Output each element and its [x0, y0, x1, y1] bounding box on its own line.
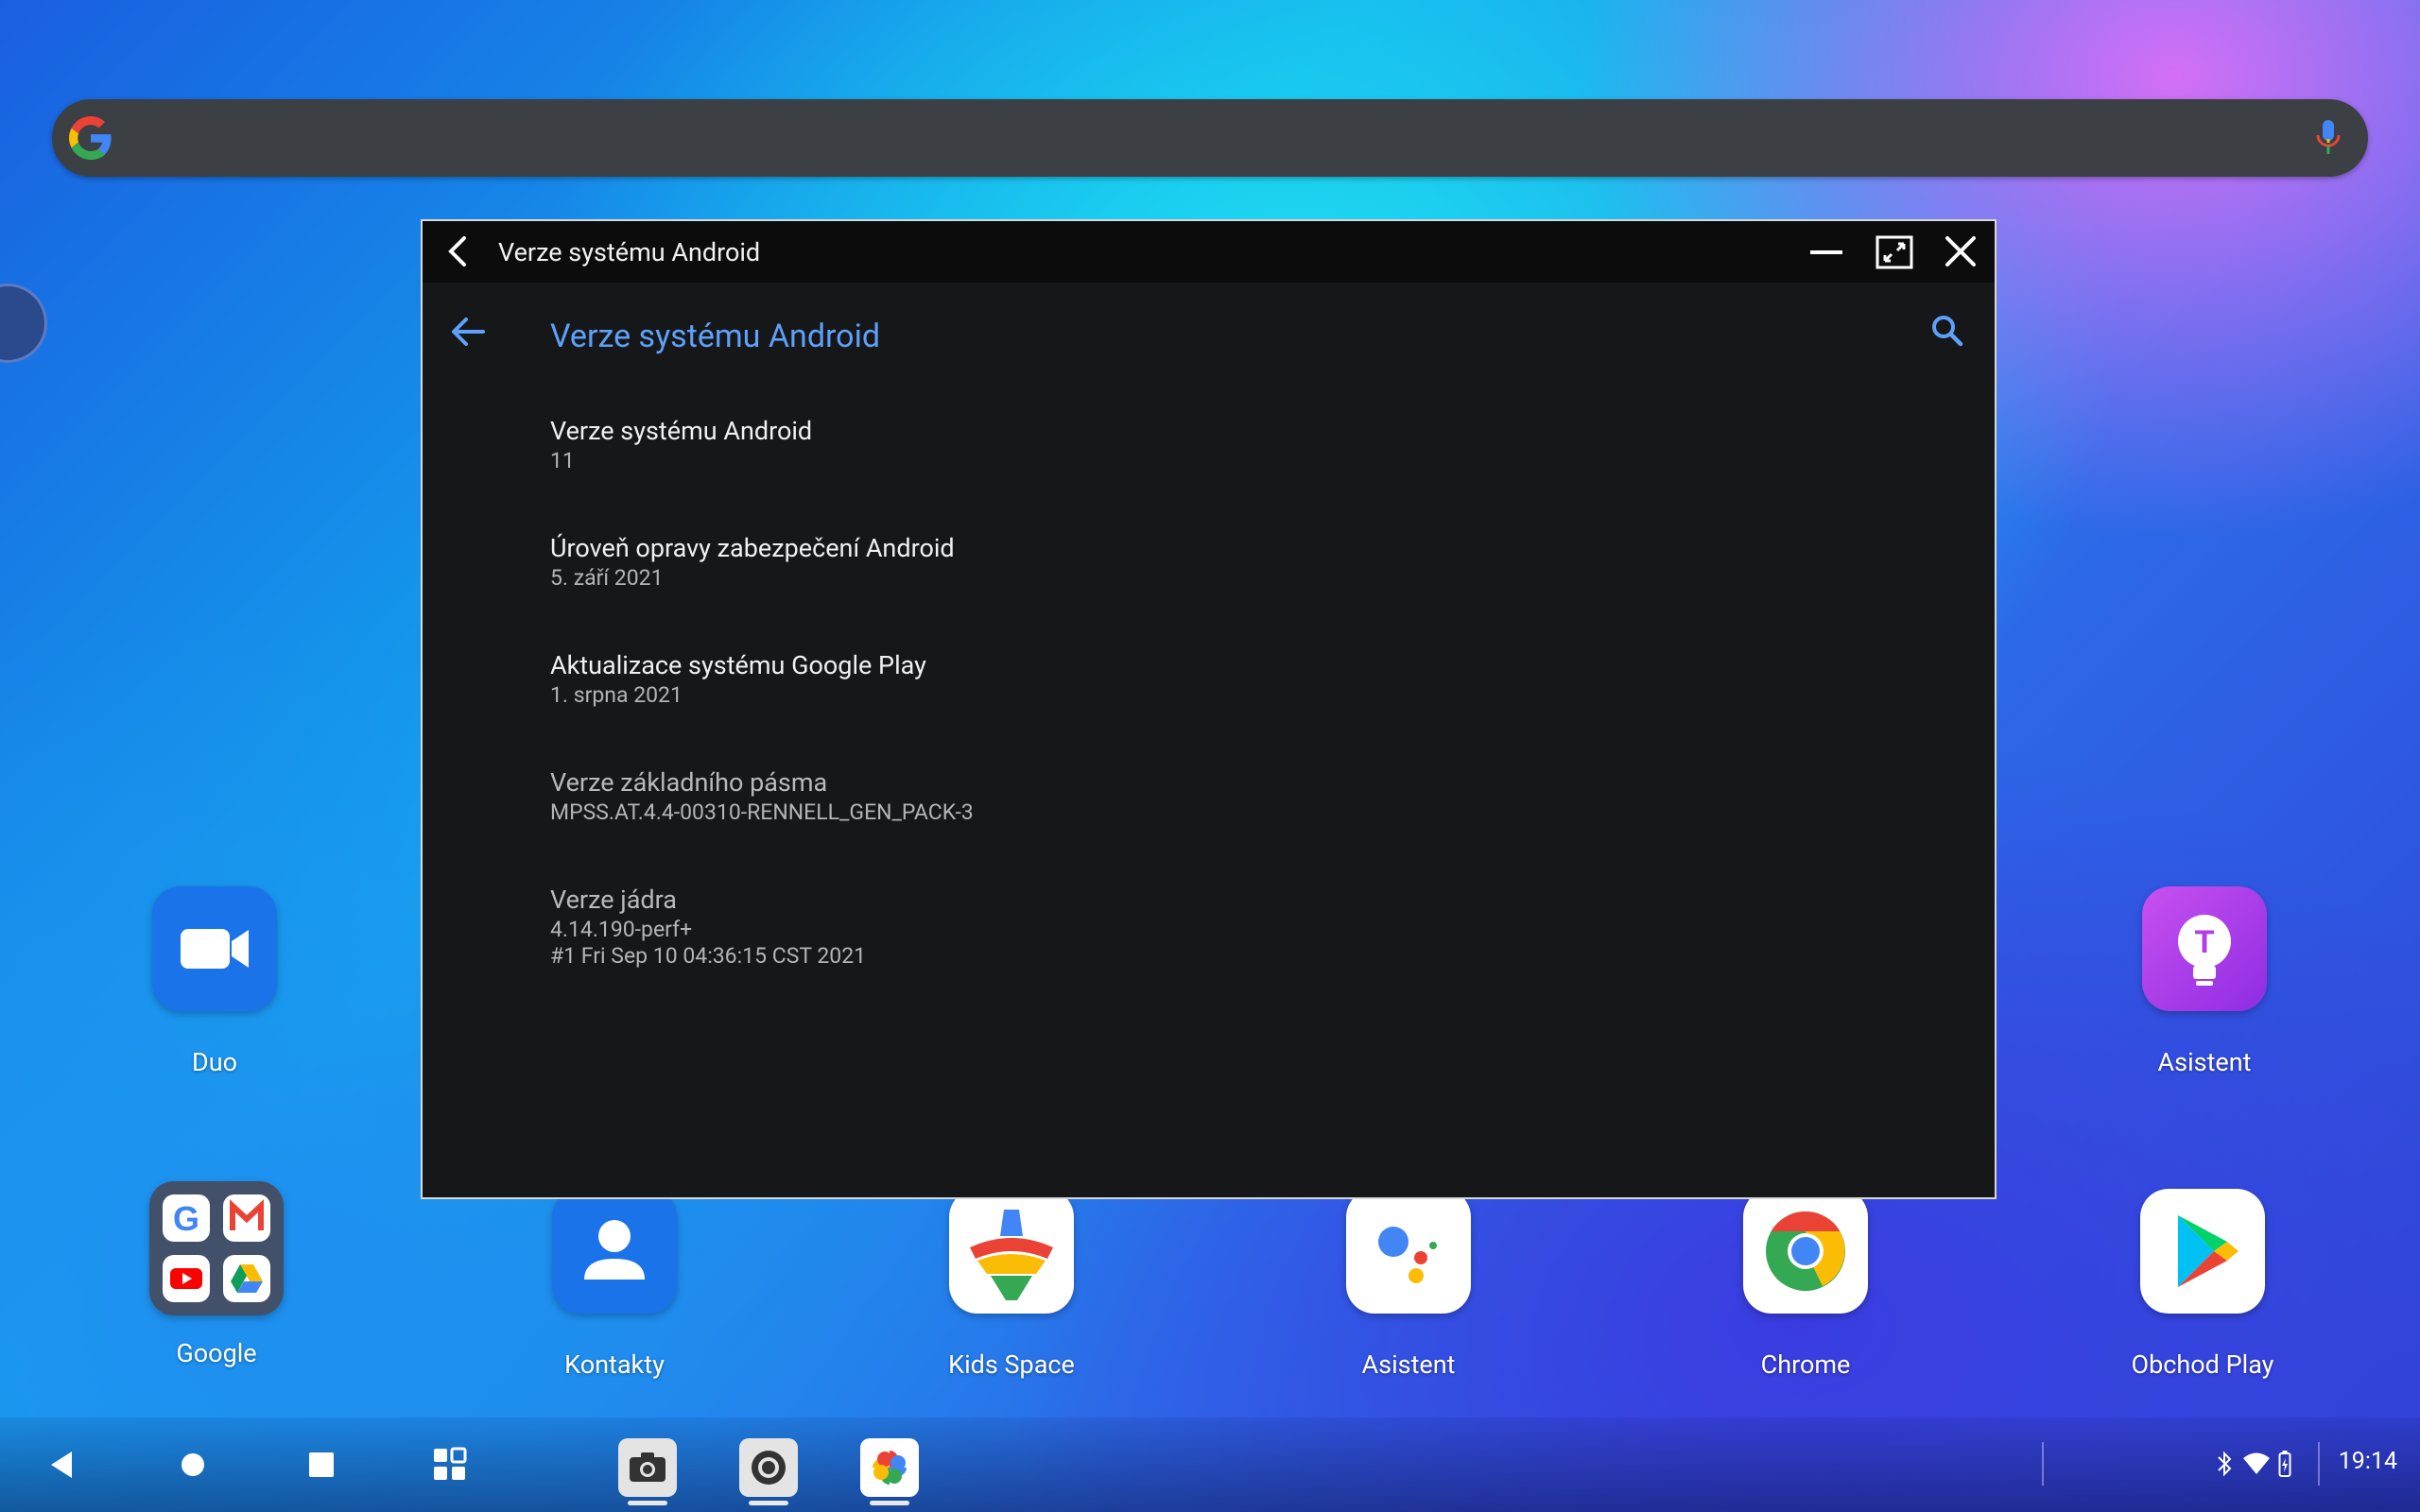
setting-value: MPSS.AT.4.4-00310-RENNELL_GEN_PACK-3	[550, 799, 974, 825]
app-label: Kids Space	[948, 1349, 1075, 1380]
assistant-icon	[1346, 1189, 1471, 1314]
settings-app-icon[interactable]	[739, 1438, 798, 1497]
setting-title: Verze základního pásma	[550, 767, 828, 798]
photos-app-icon[interactable]	[860, 1438, 919, 1497]
app-asistent[interactable]: Asistent	[1314, 1189, 1503, 1380]
recents-nav-icon[interactable]	[301, 1444, 342, 1486]
setting-value: 1. srpna 2021	[550, 682, 683, 708]
play-store-icon	[2140, 1189, 2265, 1314]
running-indicator	[870, 1501, 909, 1505]
setting-title: Aktualizace systému Google Play	[550, 650, 926, 680]
close-icon[interactable]	[1942, 234, 1979, 270]
taskbar-divider	[2318, 1442, 2320, 1486]
clock[interactable]: 19:14	[2339, 1448, 2397, 1475]
arrow-left-icon[interactable]	[447, 311, 489, 352]
setting-title: Verze jádra	[550, 885, 677, 915]
search-icon[interactable]	[1928, 312, 1966, 350]
svg-text:G: G	[173, 1199, 199, 1238]
setting-value: #1 Fri Sep 10 04:36:15 CST 2021	[550, 943, 867, 969]
kids-space-icon	[949, 1189, 1074, 1314]
app-chrome[interactable]: Chrome	[1711, 1189, 1900, 1380]
maximize-icon[interactable]	[1876, 234, 1913, 270]
battery-icon[interactable]	[2278, 1450, 2291, 1478]
google-g-icon	[69, 116, 112, 160]
taskbar-divider	[2042, 1442, 2044, 1486]
wifi-icon[interactable]	[2242, 1452, 2271, 1476]
camera-app-icon[interactable]	[618, 1438, 677, 1497]
bluetooth-icon[interactable]	[2216, 1450, 2233, 1478]
setting-title: Verze systému Android	[550, 416, 813, 446]
minimize-icon[interactable]	[1807, 234, 1845, 270]
setting-play-system-update[interactable]: Aktualizace systému Google Play 1. srpna…	[550, 648, 926, 709]
app-kontakty[interactable]: Kontakty	[520, 1189, 709, 1380]
taskbar: 19:14	[0, 1418, 2420, 1512]
google-folder-icon: G	[149, 1181, 284, 1315]
setting-baseband-version: Verze základního pásma MPSS.AT.4.4-00310…	[550, 765, 974, 826]
running-indicator	[628, 1501, 667, 1505]
back-nav-icon[interactable]	[42, 1444, 83, 1486]
app-label: Asistent	[1361, 1349, 1456, 1380]
app-label: Chrome	[1760, 1349, 1851, 1380]
microphone-icon[interactable]	[2315, 118, 2342, 158]
app-bar: Verze systému Android	[423, 283, 1995, 387]
app-obchod-play[interactable]: Obchod Play	[2108, 1189, 2297, 1380]
setting-kernel-version: Verze jádra 4.14.190-perf+ #1 Fri Sep 10…	[550, 883, 866, 970]
home-nav-icon[interactable]	[172, 1444, 214, 1486]
setting-android-version[interactable]: Verze systému Android 11	[550, 414, 812, 474]
app-asistent-top[interactable]: T Asistent	[2110, 886, 2299, 1077]
chevron-left-icon[interactable]	[441, 234, 475, 268]
window-titlebar[interactable]: Verze systému Android	[423, 221, 1995, 283]
page-title: Verze systému Android	[550, 318, 881, 355]
setting-value: 4.14.190-perf+	[550, 917, 693, 942]
app-duo[interactable]: Duo	[120, 886, 309, 1077]
setting-value: 5. září 2021	[550, 565, 664, 591]
app-folder-google[interactable]: G Google	[122, 1181, 311, 1368]
app-label: Google	[176, 1338, 257, 1368]
google-search-bar[interactable]	[52, 99, 2368, 177]
app-kids-space[interactable]: Kids Space	[917, 1189, 1106, 1380]
app-label: Kontakty	[564, 1349, 665, 1380]
chrome-icon	[1743, 1189, 1868, 1314]
app-label: Duo	[191, 1047, 237, 1077]
setting-value: 11	[550, 448, 575, 473]
settings-window: Verze systému Android Verze systému Andr…	[421, 219, 1996, 1199]
window-title: Verze systému Android	[498, 237, 761, 267]
app-label: Asistent	[2157, 1047, 2252, 1077]
setting-security-patch[interactable]: Úroveň opravy zabezpečení Android 5. zář…	[550, 531, 955, 592]
contacts-icon	[552, 1189, 677, 1314]
running-indicator	[749, 1501, 788, 1505]
app-grid-icon[interactable]	[429, 1444, 471, 1486]
duo-icon	[152, 886, 277, 1011]
side-drawer-handle[interactable]	[0, 284, 47, 363]
app-label: Obchod Play	[2131, 1349, 2274, 1380]
setting-title: Úroveň opravy zabezpečení Android	[550, 533, 955, 563]
svg-text:T: T	[2195, 924, 2215, 960]
lightbulb-icon: T	[2142, 886, 2267, 1011]
